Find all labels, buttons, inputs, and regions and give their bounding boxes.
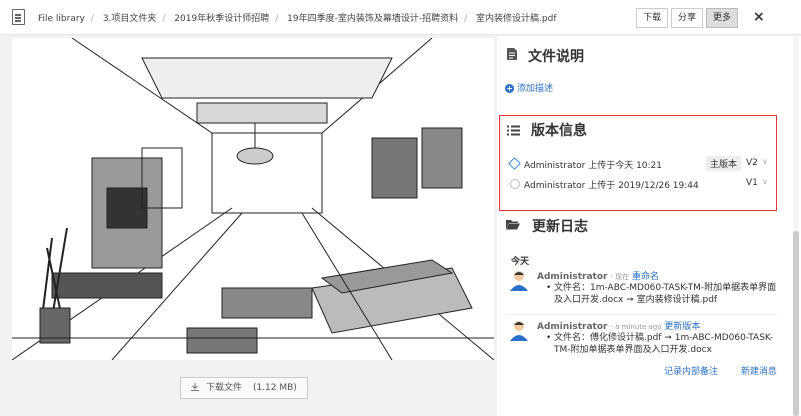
version-number: V2 [746, 158, 758, 168]
avatar [510, 321, 528, 341]
version-title: 版本信息 [531, 123, 587, 139]
version-number: V1 [746, 178, 758, 188]
file-preview: 下载文件 (1.12 MB) [0, 36, 496, 416]
file-icon [507, 48, 517, 60]
chevron-down-icon[interactable]: ∨ [762, 177, 768, 186]
download-icon [191, 383, 200, 391]
entry-action[interactable]: 重命名 [632, 272, 659, 282]
main-version-badge: 主版本 [706, 156, 742, 171]
entry-time: - a minute ago [610, 323, 662, 331]
new-message-link[interactable]: 新建消息 [741, 367, 777, 377]
add-description-link[interactable]: + 添加描述 [505, 81, 553, 94]
changelog-actions: 记录内部备注 新建消息 [664, 364, 797, 377]
document-icon [12, 9, 25, 25]
sketch-drawing [11, 37, 495, 361]
version-text: Administrator 上传于 2019/12/26 19:44 [524, 181, 699, 191]
entry-time: - 现在 [610, 273, 630, 281]
breadcrumb-item[interactable]: 2019年秋季设计师招聘 [174, 14, 269, 24]
add-description-label: 添加描述 [517, 84, 554, 94]
interior-sketch-image [11, 37, 495, 361]
breadcrumb-separator: / [275, 14, 279, 24]
version-marker-icon [508, 157, 521, 170]
breadcrumb-item[interactable]: File library [38, 14, 85, 24]
entry-user: Administrator [537, 322, 608, 332]
download-file-label: 下载文件 [206, 383, 243, 393]
breadcrumb-current: 室内装修设计稿.pdf [476, 14, 557, 24]
chevron-down-icon[interactable]: ∨ [762, 157, 768, 166]
avatar [510, 271, 528, 291]
file-size: (1.12 MB) [252, 383, 297, 393]
entry-action[interactable]: 更新版本 [664, 322, 700, 332]
breadcrumb-item[interactable]: 3.项目文件夹 [103, 14, 157, 24]
breadcrumb: File library / 3.项目文件夹 / 2019年秋季设计师招聘 / 19年… [38, 11, 557, 24]
changelog-title: 更新日志 [532, 219, 588, 235]
version-marker-icon [510, 179, 520, 189]
internal-note-link[interactable]: 记录内部备注 [664, 367, 718, 377]
description-title: 文件说明 [528, 49, 584, 65]
scrollbar[interactable] [793, 36, 799, 416]
version-row[interactable]: Administrator 上传于今天 10:21 主版本 V2 ∨ [508, 156, 770, 171]
scrollbar-thumb[interactable] [793, 231, 799, 416]
entry-user: Administrator [537, 272, 608, 282]
share-button[interactable]: 分享 [671, 8, 704, 28]
close-icon[interactable]: × [753, 9, 765, 25]
top-bar: File library / 3.项目文件夹 / 2019年秋季设计师招聘 / 19年… [0, 0, 801, 35]
entry-detail: 文件名：傅化修设计稿.pdf ➞ 1m-ABC-MD060-TASK-TM-附加… [546, 332, 779, 356]
more-button[interactable]: 更多 [706, 8, 739, 28]
version-text: Administrator 上传于今天 10:21 [524, 161, 663, 171]
list-icon [507, 125, 520, 136]
changelog-day: 今天 [511, 257, 530, 267]
info-panel: 文件说明 + 添加描述 版本信息 Administrator 上传于今天 10:2… [497, 36, 801, 416]
download-file-button[interactable]: 下载文件 (1.12 MB) [180, 377, 308, 399]
plus-icon: + [505, 84, 514, 93]
version-info-section: 版本信息 Administrator 上传于今天 10:21 主版本 V2 ∨ … [499, 115, 777, 211]
download-button[interactable]: 下载 [636, 8, 669, 28]
breadcrumb-separator: / [464, 14, 468, 24]
version-row[interactable]: Administrator 上传于 2019/12/26 19:44 V1 ∨ [508, 177, 770, 191]
breadcrumb-separator: / [162, 14, 166, 24]
breadcrumb-separator: / [90, 14, 94, 24]
entry-detail: 文件名：1m-ABC-MD060-TASK-TM-附加单据表单界面及入口开发.d… [546, 282, 779, 306]
folder-open-icon [506, 220, 520, 230]
breadcrumb-item[interactable]: 19年四季度-室内装饰及幕墙设计-招聘资料 [287, 14, 458, 24]
divider [505, 314, 777, 315]
